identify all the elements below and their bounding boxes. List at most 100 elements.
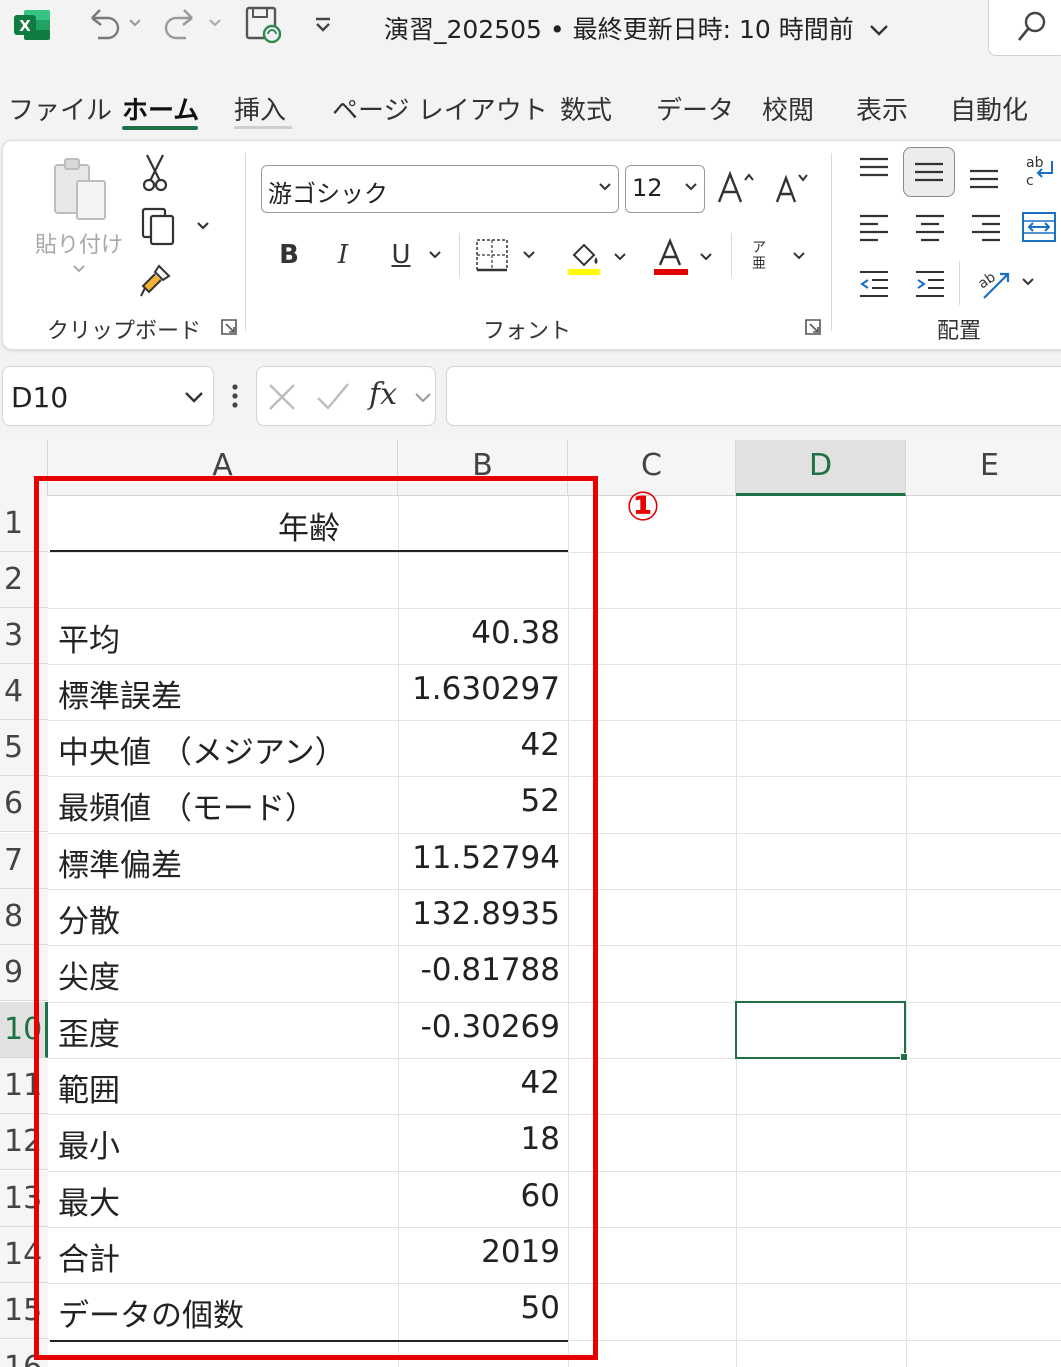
column-header-d[interactable]: D: [736, 440, 906, 496]
grid-line: [736, 496, 737, 1367]
font-color-button[interactable]: [647, 235, 719, 279]
decrease-indent-icon: [860, 271, 888, 297]
cancel-icon[interactable]: [265, 380, 299, 414]
align-center-icon: [916, 214, 944, 242]
align-top-button[interactable]: [853, 149, 895, 189]
cut-button[interactable]: [135, 151, 175, 195]
tab-page-layout[interactable]: ページ レイアウト: [332, 90, 548, 127]
tab-file[interactable]: ファイル: [8, 90, 112, 127]
scissors-icon: [142, 154, 168, 192]
increase-indent-icon: [916, 271, 944, 297]
format-painter-icon: [140, 264, 171, 297]
bold-button[interactable]: B: [271, 235, 307, 275]
font-color-icon: [654, 237, 688, 275]
svg-text:ab: ab: [975, 269, 999, 292]
italic-button[interactable]: I: [325, 235, 361, 275]
formula-controls: fx: [256, 366, 436, 426]
tab-automate[interactable]: 自動化: [950, 90, 1028, 127]
grid-line: [906, 496, 907, 1367]
wrap-text-button[interactable]: ab c: [1021, 151, 1061, 191]
chevron-down-icon: [197, 222, 209, 230]
document-title[interactable]: 演習_202505 • 最終更新日時: 10 時間前: [384, 10, 890, 46]
chevron-down-icon: [685, 183, 697, 191]
chevron-down-icon: [869, 25, 888, 36]
orientation-button[interactable]: ab: [967, 259, 1043, 305]
chevron-down-icon: [614, 253, 626, 261]
chevron-down-icon: [700, 253, 712, 261]
fill-color-button[interactable]: [561, 235, 633, 279]
tab-view[interactable]: 表示: [856, 90, 908, 127]
divider: [459, 233, 460, 277]
tab-formulas[interactable]: 数式: [560, 90, 612, 127]
tab-hover-indicator: [234, 126, 292, 129]
search-button[interactable]: [988, 0, 1061, 56]
align-right-button[interactable]: [965, 207, 1007, 247]
fill-handle[interactable]: [900, 1053, 908, 1061]
paste-icon: [54, 158, 106, 220]
chevron-down-icon: [316, 17, 330, 32]
undo-icon: [91, 9, 140, 40]
increase-indent-button[interactable]: [909, 263, 951, 303]
merge-center-icon: [1022, 212, 1056, 242]
furigana-button[interactable]: ア亜: [743, 233, 813, 279]
chevron-down-icon: [793, 252, 805, 260]
chevron-down-icon: [523, 251, 535, 259]
annotation-marker: ①: [626, 484, 660, 530]
chevron-down-icon: [73, 265, 85, 273]
bold-icon: B: [279, 240, 299, 270]
underline-button[interactable]: U: [379, 235, 455, 275]
svg-text:ab: ab: [1026, 155, 1044, 171]
decrease-indent-button[interactable]: [853, 263, 895, 303]
chevron-down-icon[interactable]: [413, 391, 433, 405]
decrease-font-size-button[interactable]: [771, 163, 815, 213]
tab-home[interactable]: ホーム: [122, 90, 199, 127]
align-center-button[interactable]: [909, 207, 951, 247]
dialog-launcher-icon[interactable]: [805, 319, 821, 335]
ribbon-tabs: ファイル ホーム 挿入 ページ レイアウト 数式 データ 校閲 表示 自動化: [0, 84, 1061, 132]
align-left-icon: [860, 214, 888, 242]
formula-input[interactable]: [446, 366, 1061, 426]
fill-color-icon: [568, 243, 600, 275]
text-orientation-icon: ab: [975, 269, 1010, 299]
tab-data[interactable]: データ: [656, 90, 734, 127]
paste-button[interactable]: 貼り付け: [35, 155, 123, 283]
column-header-e[interactable]: E: [906, 440, 1061, 496]
customize-toolbar-button[interactable]: [312, 4, 334, 44]
active-tab-indicator: [122, 126, 198, 130]
group-label-font: フォント: [483, 319, 572, 344]
undo-button[interactable]: [84, 4, 140, 44]
align-top-icon: [860, 157, 888, 177]
align-middle-icon: [915, 162, 943, 182]
font-size-select[interactable]: 12: [625, 165, 705, 213]
title-bar: X 演習_202505 • 最終更新日時: 10 時間前: [0, 0, 1061, 62]
search-icon: [1017, 11, 1046, 41]
chevron-down-icon: [1022, 278, 1034, 286]
divider: [731, 233, 732, 277]
furigana-icon: ア亜: [752, 240, 766, 272]
group-separator: [831, 153, 832, 331]
excel-logo-icon[interactable]: X: [14, 8, 52, 42]
dialog-launcher-icon[interactable]: [221, 319, 237, 335]
font-name-select[interactable]: 游ゴシック: [261, 165, 619, 213]
redo-button[interactable]: [164, 4, 224, 44]
active-cell-d10[interactable]: [735, 1001, 906, 1059]
increase-font-size-button[interactable]: [715, 163, 759, 213]
align-middle-button[interactable]: [903, 147, 955, 197]
enter-checkmark-icon[interactable]: [315, 380, 351, 414]
save-sync-button[interactable]: [244, 4, 284, 44]
merge-center-button[interactable]: [1017, 207, 1061, 247]
chevron-down-icon: [428, 251, 441, 259]
insert-function-button[interactable]: fx: [369, 377, 397, 412]
borders-icon: [476, 239, 508, 272]
format-painter-button[interactable]: [135, 259, 175, 301]
decrease-font-icon: [775, 174, 808, 203]
align-bottom-button[interactable]: [963, 155, 1005, 195]
borders-button[interactable]: [469, 235, 543, 275]
tab-insert[interactable]: 挿入: [234, 90, 286, 127]
align-left-button[interactable]: [853, 207, 895, 247]
more-options-icon[interactable]: [229, 382, 241, 412]
tab-review[interactable]: 校閲: [762, 90, 814, 127]
copy-button[interactable]: [133, 203, 217, 249]
svg-text:X: X: [19, 17, 31, 35]
name-box[interactable]: D10: [2, 366, 214, 426]
